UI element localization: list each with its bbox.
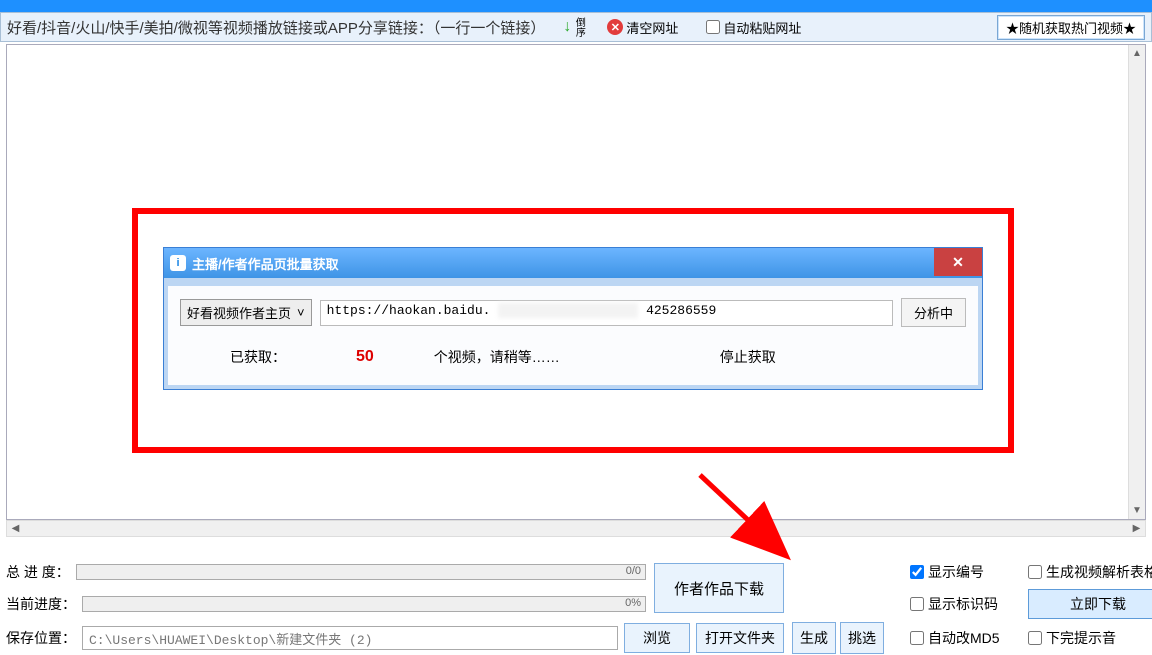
dialog-close-button[interactable]: ✕: [934, 248, 982, 276]
window-titlebar: [0, 0, 1152, 12]
scroll-down-icon[interactable]: ▼: [1129, 502, 1145, 519]
source-select-value: 好看视频作者主页: [187, 303, 291, 322]
sort-button[interactable]: ↓ 倒序: [563, 17, 593, 37]
show-code-checkbox[interactable]: 显示标识码: [910, 594, 1020, 614]
arrow-down-icon: ↓: [563, 18, 571, 36]
total-progress-text: 0/0: [626, 565, 641, 577]
scroll-left-icon[interactable]: ◀: [7, 521, 24, 536]
sort-label: 倒序: [573, 17, 583, 37]
show-index-input[interactable]: [910, 565, 924, 579]
auto-md5-input[interactable]: [910, 631, 924, 645]
scroll-right-icon[interactable]: ▶: [1128, 521, 1145, 536]
generate-button[interactable]: 生成: [792, 622, 836, 654]
done-sound-label: 下完提示音: [1046, 628, 1116, 648]
toolbar: 好看/抖音/火山/快手/美拍/微视等视频播放链接或APP分享链接：（一行一个链接…: [0, 12, 1152, 42]
url-redacted: [498, 303, 638, 318]
gen-table-label: 生成视频解析表格: [1046, 562, 1152, 582]
auto-paste-checkbox[interactable]: 自动粘贴网址: [706, 18, 801, 37]
auto-md5-label: 自动改MD5: [928, 628, 1000, 648]
clear-urls-button[interactable]: ✕ 清空网址: [607, 18, 678, 37]
url-hint-text: 好看/抖音/火山/快手/美拍/微视等视频播放链接或APP分享链接：（一行一个链接…: [7, 17, 545, 38]
clear-label: 清空网址: [626, 18, 678, 37]
show-index-label: 显示编号: [928, 562, 984, 582]
total-progress-label: 总 进 度：: [6, 562, 70, 582]
auto-md5-checkbox[interactable]: 自动改MD5: [910, 628, 1020, 648]
stop-fetch-button[interactable]: 停止获取: [720, 347, 776, 367]
dialog-titlebar[interactable]: i 主播/作者作品页批量获取 ✕: [164, 248, 982, 278]
horizontal-scrollbar[interactable]: ◀ ▶: [6, 520, 1146, 537]
scroll-up-icon[interactable]: ▲: [1129, 45, 1145, 62]
download-now-button[interactable]: 立即下载: [1028, 589, 1152, 619]
gen-table-checkbox[interactable]: 生成视频解析表格: [1028, 562, 1152, 582]
fetched-count: 50: [356, 348, 374, 366]
chevron-down-icon: ˅: [297, 305, 305, 320]
auto-paste-input[interactable]: [706, 20, 720, 34]
pick-button[interactable]: 挑选: [840, 622, 884, 654]
info-icon: i: [170, 255, 186, 271]
url-suffix: 425286559: [646, 303, 716, 318]
current-progress-bar: 0%: [82, 596, 646, 612]
source-select[interactable]: 好看视频作者主页 ˅: [180, 299, 312, 326]
open-folder-button[interactable]: 打开文件夹: [696, 623, 784, 653]
batch-fetch-dialog: i 主播/作者作品页批量获取 ✕ 好看视频作者主页 ˅ https://haok…: [163, 247, 983, 390]
show-code-label: 显示标识码: [928, 594, 998, 614]
show-code-input[interactable]: [910, 597, 924, 611]
current-progress-label: 当前进度：: [6, 594, 76, 614]
bottom-panel: 总 进 度： 0/0 作者作品下载 显示编号 生成视频解析表格 当前进度： 0%…: [6, 555, 1146, 653]
gen-table-input[interactable]: [1028, 565, 1042, 579]
done-sound-input[interactable]: [1028, 631, 1042, 645]
save-path-input[interactable]: [82, 626, 618, 650]
wait-label: 个视频，请稍等……: [434, 347, 560, 367]
auto-paste-label: 自动粘贴网址: [723, 18, 801, 37]
dialog-title-text: 主播/作者作品页批量获取: [192, 254, 339, 273]
save-path-label: 保存位置：: [6, 628, 76, 648]
done-sound-checkbox[interactable]: 下完提示音: [1028, 628, 1152, 648]
total-progress-bar: 0/0: [76, 564, 646, 580]
browse-button[interactable]: 浏览: [624, 623, 690, 653]
random-hot-video-button[interactable]: ★随机获取热门视频★: [997, 15, 1145, 40]
author-url-input[interactable]: https://haokan.baidu. 425286559: [320, 300, 893, 326]
show-index-checkbox[interactable]: 显示编号: [910, 562, 1020, 582]
vertical-scrollbar[interactable]: ▲ ▼: [1128, 45, 1145, 519]
fetched-label: 已获取：: [230, 347, 286, 367]
dialog-body: 好看视频作者主页 ˅ https://haokan.baidu. 4252865…: [164, 278, 982, 389]
analyze-button[interactable]: 分析中: [901, 298, 966, 327]
author-works-download-button[interactable]: 作者作品下载: [654, 563, 784, 613]
current-progress-text: 0%: [625, 597, 641, 609]
url-prefix: https://haokan.baidu.: [327, 303, 491, 318]
close-circle-icon: ✕: [607, 19, 623, 35]
